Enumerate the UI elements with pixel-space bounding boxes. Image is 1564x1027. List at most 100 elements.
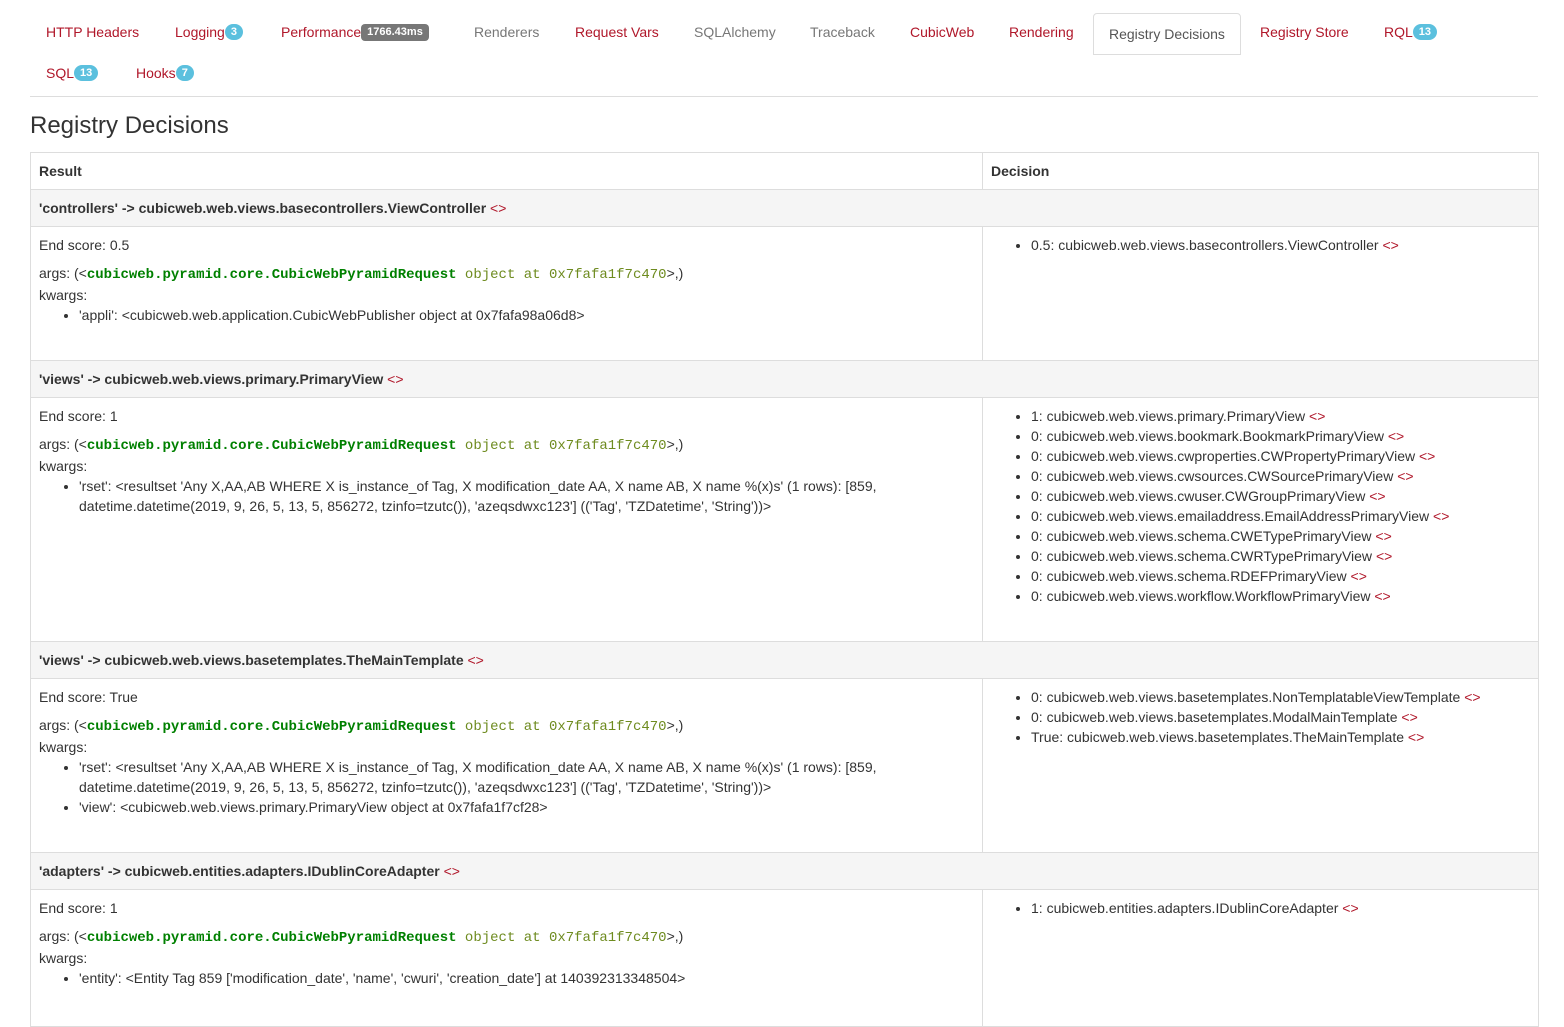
tab-renderers[interactable]: Renderers xyxy=(458,12,555,53)
tab-performance[interactable]: Performance 1766.43ms xyxy=(265,12,445,53)
result-cell: End score: 1 args: (<cubicweb.pyramid.cor… xyxy=(30,889,983,1027)
tab-http-headers[interactable]: HTTP Headers xyxy=(30,12,155,53)
tab-label: Traceback xyxy=(810,24,875,40)
count-badge: 3 xyxy=(224,24,243,40)
end-score: End score: 1 xyxy=(39,408,118,424)
decision-item: 1: cubicweb.web.views.primary.PrimaryVie… xyxy=(1031,406,1530,426)
source-link[interactable]: <> xyxy=(1397,468,1413,484)
decision-item: 0: cubicweb.web.views.schema.CWRTypePrim… xyxy=(1031,546,1530,566)
source-link[interactable]: <> xyxy=(1401,709,1417,725)
source-link[interactable]: <> xyxy=(1351,568,1367,584)
args-suffix: >,) xyxy=(666,265,684,281)
tab-registry-decisions[interactable]: Registry Decisions xyxy=(1093,13,1241,55)
decision-item: 0: cubicweb.web.views.cwsources.CWSource… xyxy=(1031,466,1530,486)
decision-text: 0: cubicweb.web.views.cwproperties.CWPro… xyxy=(1031,448,1416,464)
section-header-row: 'adapters' -> cubicweb.entities.adapters… xyxy=(30,852,1539,890)
source-link[interactable]: <> xyxy=(1374,588,1390,604)
tab-label: Registry Store xyxy=(1260,24,1349,40)
source-link[interactable]: <> xyxy=(1408,729,1424,745)
end-score: End score: 1 xyxy=(39,900,118,916)
result-cell: End score: 1 args: (<cubicweb.pyramid.cor… xyxy=(30,397,983,642)
count-badge: 13 xyxy=(74,65,99,81)
source-link[interactable]: <> xyxy=(1464,689,1480,705)
source-link[interactable]: <> xyxy=(387,371,403,387)
source-link[interactable]: <> xyxy=(1342,900,1358,916)
source-link[interactable]: <> xyxy=(1309,408,1325,424)
tab-label: RQL xyxy=(1384,24,1413,40)
section-header-row: 'views' -> cubicweb.web.views.primary.Pr… xyxy=(30,360,1539,398)
args-object: object at 0x7fafa1f7c470 xyxy=(456,438,667,454)
kwargs-label: kwargs: xyxy=(39,739,88,755)
decision-item: 0: cubicweb.web.views.cwuser.CWGroupPrim… xyxy=(1031,486,1530,506)
source-link[interactable]: <> xyxy=(468,652,484,668)
tab-rql[interactable]: RQL 13 xyxy=(1368,12,1453,53)
result-cell: End score: 0.5 args: (<cubicweb.pyramid.c… xyxy=(30,226,983,361)
decision-text: 0: cubicweb.web.views.schema.CWRTypePrim… xyxy=(1031,548,1373,564)
source-link[interactable]: <> xyxy=(490,200,506,216)
source-link[interactable]: <> xyxy=(1376,548,1392,564)
kwargs-label: kwargs: xyxy=(39,458,88,474)
tab-sql[interactable]: SQL 13 xyxy=(30,53,114,94)
tab-sqlalchemy[interactable]: SQLAlchemy xyxy=(678,12,792,53)
end-score: End score: 0.5 xyxy=(39,237,130,253)
tab-rendering[interactable]: Rendering xyxy=(993,12,1090,53)
decision-list: 0: cubicweb.web.views.basetemplates.NonT… xyxy=(991,687,1530,747)
tab-label: HTTP Headers xyxy=(46,24,140,40)
tab-label: Registry Decisions xyxy=(1109,26,1225,42)
source-link[interactable]: <> xyxy=(1388,428,1404,444)
tab-logging[interactable]: Logging 3 xyxy=(159,12,259,53)
kwarg-item: 'appli': <cubicweb.web.application.Cubic… xyxy=(79,305,974,325)
decision-item: 0: cubicweb.web.views.basetemplates.Moda… xyxy=(1031,707,1530,727)
decision-text: 0: cubicweb.web.views.emailaddress.Email… xyxy=(1031,508,1430,524)
kwargs-list: 'rset': <resultset 'Any X,AA,AB WHERE X … xyxy=(39,757,974,817)
args-class: cubicweb.pyramid.core.CubicWebPyramidReq… xyxy=(86,438,457,454)
section-title-cell: 'views' -> cubicweb.web.views.primary.Pr… xyxy=(30,360,1539,398)
decision-item: 0: cubicweb.web.views.emailaddress.Email… xyxy=(1031,506,1530,526)
decision-text: 0: cubicweb.web.views.cwuser.CWGroupPrim… xyxy=(1031,488,1366,504)
args-suffix: >,) xyxy=(666,717,684,733)
args-suffix: >,) xyxy=(666,928,684,944)
tab-label: SQL xyxy=(46,65,75,81)
source-link[interactable]: <> xyxy=(1375,528,1391,544)
table-row: End score: 0.5 args: (<cubicweb.pyramid.c… xyxy=(30,226,1539,361)
decision-text: 0: cubicweb.web.views.basetemplates.Moda… xyxy=(1031,709,1398,725)
time-badge: 1766.43ms xyxy=(361,24,429,41)
decision-list: 0.5: cubicweb.web.views.basecontrollers.… xyxy=(991,235,1530,255)
tab-label: Request Vars xyxy=(575,24,659,40)
tab-traceback[interactable]: Traceback xyxy=(794,12,891,53)
args-line: args: (<cubicweb.pyramid.core.CubicWebPy… xyxy=(39,434,974,456)
registry-decisions-table: Result Decision 'controllers' -> cubicwe… xyxy=(30,152,1539,1027)
decision-item: 0.5: cubicweb.web.views.basecontrollers.… xyxy=(1031,235,1530,255)
tab-label: SQLAlchemy xyxy=(694,24,776,40)
tab-cubicweb[interactable]: CubicWeb xyxy=(894,12,990,53)
args-class: cubicweb.pyramid.core.CubicWebPyramidReq… xyxy=(86,719,457,735)
decision-item: True: cubicweb.web.views.basetemplates.T… xyxy=(1031,727,1530,747)
args-class: cubicweb.pyramid.core.CubicWebPyramidReq… xyxy=(86,930,457,946)
tab-hooks[interactable]: Hooks 7 xyxy=(120,53,210,94)
args-object: object at 0x7fafa1f7c470 xyxy=(456,930,667,946)
decision-list: 1: cubicweb.entities.adapters.IDublinCor… xyxy=(991,898,1530,918)
kwargs-list: 'entity': <Entity Tag 859 ['modification… xyxy=(39,968,974,988)
end-score: End score: True xyxy=(39,689,138,705)
decision-item: 0: cubicweb.web.views.schema.RDEFPrimary… xyxy=(1031,566,1530,586)
decision-text: 1: cubicweb.web.views.primary.PrimaryVie… xyxy=(1031,408,1306,424)
tab-request-vars[interactable]: Request Vars xyxy=(559,12,675,53)
section-title: 'views' -> cubicweb.web.views.primary.Pr… xyxy=(39,371,384,387)
decision-text: 0: cubicweb.web.views.cwsources.CWSource… xyxy=(1031,468,1394,484)
decision-item: 0: cubicweb.web.views.schema.CWETypePrim… xyxy=(1031,526,1530,546)
section-title-cell: 'adapters' -> cubicweb.entities.adapters… xyxy=(30,852,1539,890)
section-title: 'views' -> cubicweb.web.views.basetempla… xyxy=(39,652,464,668)
args-object: object at 0x7fafa1f7c470 xyxy=(456,267,667,283)
table-header-row: Result Decision xyxy=(30,152,1539,190)
source-link[interactable]: <> xyxy=(1382,237,1398,253)
source-link[interactable]: <> xyxy=(1433,508,1449,524)
tab-label: Hooks xyxy=(136,65,176,81)
source-link[interactable]: <> xyxy=(1419,448,1435,464)
source-link[interactable]: <> xyxy=(1369,488,1385,504)
source-link[interactable]: <> xyxy=(444,863,460,879)
kwarg-item: 'rset': <resultset 'Any X,AA,AB WHERE X … xyxy=(79,757,974,797)
decision-list: 1: cubicweb.web.views.primary.PrimaryVie… xyxy=(991,406,1530,606)
tab-registry-store[interactable]: Registry Store xyxy=(1244,12,1365,53)
decision-text: 0.5: cubicweb.web.views.basecontrollers.… xyxy=(1031,237,1379,253)
decision-text: 0: cubicweb.web.views.schema.CWETypePrim… xyxy=(1031,528,1372,544)
